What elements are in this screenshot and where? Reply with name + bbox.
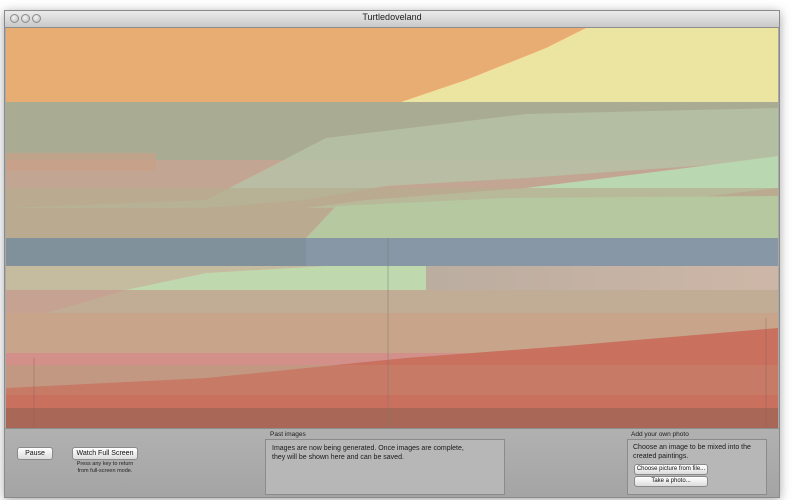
- add-photo-box: Choose an image to be mixed into the cre…: [627, 439, 767, 495]
- past-images-label: Past images: [270, 431, 306, 438]
- rose-stripe: [6, 153, 156, 171]
- window-title: Turtledoveland: [362, 12, 422, 22]
- pause-button[interactable]: Pause: [17, 447, 53, 460]
- right-soft-band: [426, 266, 778, 290]
- past-images-message-line1: Images are now being generated. Once ima…: [272, 445, 464, 452]
- past-images-message-line2: they will be shown here and can be saved…: [272, 454, 404, 461]
- bottom-strip: [6, 408, 778, 428]
- take-photo-button[interactable]: Take a photo...: [634, 476, 708, 487]
- painting-canvas: [6, 28, 778, 428]
- blue-band-dark: [6, 238, 306, 266]
- add-photo-description-line1: Choose an image to be mixed into the: [633, 444, 751, 451]
- fullscreen-hint: Press any key to return from full-screen…: [69, 461, 141, 475]
- orange-mist: [6, 365, 778, 395]
- past-images-message: Images are now being generated. Once ima…: [272, 444, 502, 462]
- add-photo-label: Add your own photo: [631, 431, 689, 438]
- control-panel: Pause Watch Full Screen Press any key to…: [5, 428, 779, 497]
- fullscreen-hint-line2: from full-screen mode.: [77, 468, 133, 474]
- add-photo-description-line2: created paintings.: [633, 453, 689, 460]
- title-bar: Turtledoveland: [5, 11, 779, 28]
- choose-picture-button[interactable]: Choose picture from file...: [634, 464, 708, 475]
- past-images-box: Images are now being generated. Once ima…: [265, 439, 505, 495]
- fullscreen-hint-line1: Press any key to return: [76, 461, 134, 467]
- app-window: Turtledoveland Pause Watch Full Screen P…: [4, 10, 780, 498]
- generated-painting: [6, 28, 778, 428]
- watch-full-screen-button[interactable]: Watch Full Screen: [72, 447, 138, 460]
- mid-gray-band: [6, 290, 778, 313]
- add-photo-description: Choose an image to be mixed into the cre…: [633, 443, 765, 461]
